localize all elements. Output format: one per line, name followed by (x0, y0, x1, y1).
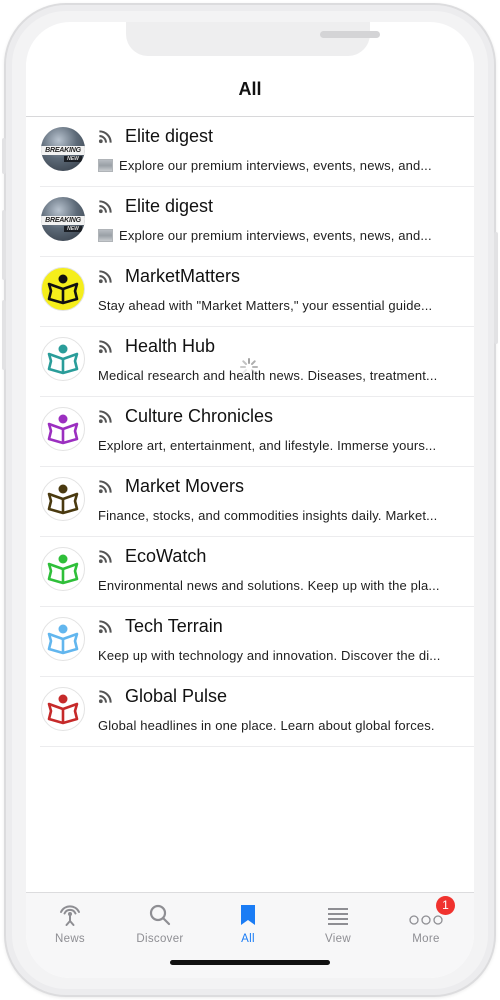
volume-up-button (2, 210, 6, 280)
feed-avatar (41, 687, 85, 731)
feed-row[interactable]: Global Pulse Global headlines in one plac… (26, 677, 474, 747)
rss-icon (98, 340, 112, 354)
avatar-label: BREAKING (41, 216, 85, 225)
tab-label: View (325, 933, 351, 945)
reader-icon (47, 274, 79, 305)
avatar-sublabel: NEW (64, 156, 82, 162)
rss-icon (98, 690, 112, 704)
feed-row[interactable]: Market Movers Finance, stocks, and commod… (26, 467, 474, 537)
breaking-news-avatar: BREAKING NEW (41, 127, 85, 171)
thumbnail-icon (98, 229, 113, 242)
tab-all[interactable]: All (208, 901, 288, 951)
feed-row[interactable]: BREAKING NEW Elite digest Explore our premi… (26, 187, 474, 257)
reader-icon (47, 624, 79, 655)
feed-list: BREAKING NEW Elite digest Explore our premi… (26, 117, 474, 747)
feed-description: Explore art, entertainment, and lifestyl… (98, 438, 437, 453)
tab-more[interactable]: 1 More (386, 896, 466, 951)
list-icon (328, 908, 348, 925)
feed-avatar (41, 617, 85, 661)
feed-title: Tech Terrain (125, 616, 223, 636)
tab-label: News (55, 933, 85, 945)
reader-icon (47, 554, 79, 585)
feed-title: Market Movers (125, 476, 245, 496)
navigation-bar: All (26, 62, 474, 117)
feed-row[interactable]: BREAKING NEW Elite digest Explore our premi… (26, 117, 474, 187)
feed-row[interactable]: EcoWatch Environmental news and solutions… (26, 537, 474, 607)
feed-avatar (41, 337, 85, 381)
avatar-label: BREAKING (41, 146, 85, 155)
power-button (494, 232, 498, 344)
tab-label: All (241, 933, 255, 945)
thumbnail-icon (98, 159, 113, 172)
more-icon (409, 915, 443, 925)
feed-avatar (41, 547, 85, 591)
feed-avatar (41, 477, 85, 521)
screen: All BREAKING NEW Elite digest Explore our p… (26, 22, 474, 978)
reader-icon (47, 484, 79, 515)
loading-spinner (240, 358, 258, 374)
feed-title: Elite digest (125, 126, 214, 146)
avatar-sublabel: NEW (64, 226, 82, 232)
rss-icon (98, 200, 112, 214)
reader-icon (47, 694, 79, 725)
feed-description: Explore our premium interviews, events, … (119, 158, 432, 173)
feed-title: Culture Chronicles (125, 406, 274, 426)
feed-description: Medical research and health news. Diseas… (98, 368, 438, 383)
feed-title: EcoWatch (125, 546, 207, 566)
antenna-icon (60, 905, 80, 926)
page-title: All (238, 78, 262, 99)
feed-description: Finance, stocks, and commodities insight… (98, 508, 438, 523)
speaker (320, 31, 380, 38)
rss-icon (98, 480, 112, 494)
feed-description: Explore our premium interviews, events, … (119, 228, 432, 243)
bookmark-icon (241, 905, 255, 925)
reader-icon (47, 344, 79, 375)
feed-title: MarketMatters (125, 266, 241, 286)
rss-icon (98, 550, 112, 564)
tab-discover[interactable]: Discover (120, 901, 200, 951)
volume-down-button (2, 300, 6, 370)
rss-icon (98, 270, 112, 284)
feed-avatar (41, 267, 85, 311)
tab-label: Discover (136, 933, 184, 945)
home-indicator[interactable] (170, 960, 330, 965)
search-icon (149, 904, 171, 926)
reader-icon (47, 414, 79, 445)
feed-row[interactable]: MarketMatters Stay ahead with "Market Mat… (26, 257, 474, 327)
feed-description: Stay ahead with "Market Matters," your e… (98, 298, 433, 313)
feed-description: Global headlines in one place. Learn abo… (98, 718, 435, 733)
rss-icon (98, 410, 112, 424)
notch (126, 22, 380, 56)
notification-badge: 1 (436, 896, 455, 915)
feed-description: Keep up with technology and innovation. … (98, 648, 441, 663)
rss-icon (98, 130, 112, 144)
tab-news[interactable]: News (30, 901, 110, 951)
feed-row[interactable]: Tech Terrain Keep up with technology and … (26, 607, 474, 677)
feed-description: Environmental news and solutions. Keep u… (98, 578, 440, 593)
tab-bar: News Discover All View 1 More (26, 892, 474, 978)
tab-label: More (412, 933, 440, 945)
feed-avatar (41, 407, 85, 451)
tab-view[interactable]: View (298, 901, 378, 951)
rss-icon (98, 620, 112, 634)
breaking-news-avatar: BREAKING NEW (41, 197, 85, 241)
feed-title: Health Hub (125, 336, 216, 356)
feed-title: Global Pulse (125, 686, 228, 706)
feed-row[interactable]: Culture Chronicles Explore art, entertain… (26, 397, 474, 467)
mute-switch (2, 138, 6, 174)
feed-title: Elite digest (125, 196, 214, 216)
